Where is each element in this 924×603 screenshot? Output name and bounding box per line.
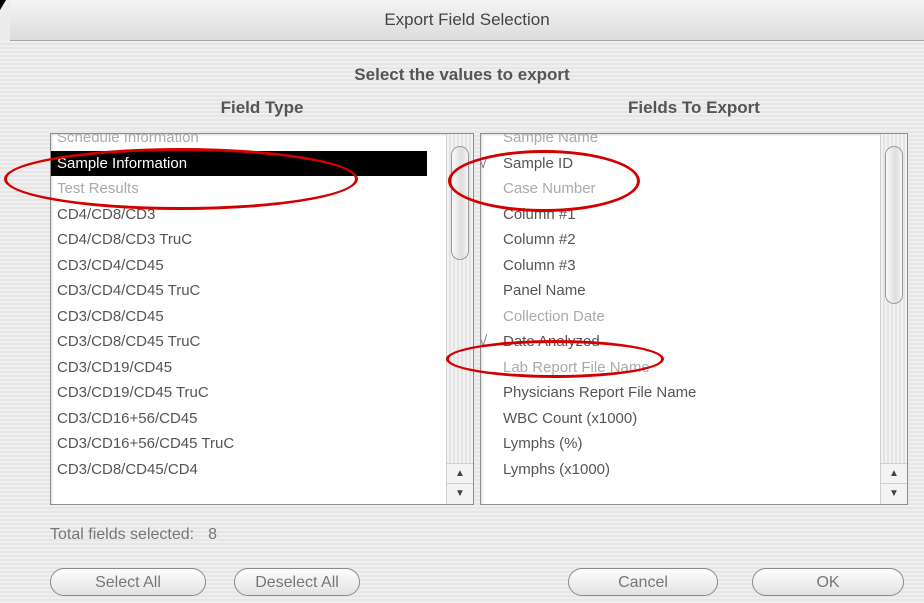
- list-item[interactable]: CD3/CD8/CD45 TruC: [51, 329, 445, 355]
- list-item[interactable]: CD3/CD8/CD45/CD4: [51, 457, 445, 483]
- list-item-label: CD3/CD4/CD45 TruC: [57, 282, 201, 299]
- list-item[interactable]: CD3/CD19/CD45 TruC: [51, 380, 445, 406]
- field-type-heading: Field Type: [220, 98, 304, 117]
- fields-to-export-scrollbar[interactable]: ▲ ▼: [880, 134, 907, 504]
- scroll-up-arrow-icon[interactable]: ▲: [447, 463, 473, 484]
- list-item-label: CD3/CD19/CD45 TruC: [57, 384, 209, 401]
- list-item-label: Lymphs (%): [503, 435, 583, 452]
- list-item-label: CD3/CD16+56/CD45 TruC: [57, 435, 235, 452]
- list-item[interactable]: Lymphs (%): [481, 431, 879, 457]
- list-item[interactable]: Collection Date: [481, 304, 879, 330]
- selection-status: Total fields selected: 8: [50, 526, 217, 544]
- list-item-label: Column #2: [503, 231, 576, 248]
- deselect-all-button[interactable]: Deselect All: [234, 568, 360, 596]
- status-label: Total fields selected:: [50, 526, 195, 543]
- list-item-label: Column #3: [503, 256, 576, 274]
- list-item[interactable]: Sample Name: [481, 133, 879, 151]
- list-item-label: Lymphs (x1000): [503, 460, 610, 478]
- list-item-label: CD3/CD19/CD45: [57, 358, 173, 376]
- scroll-down-arrow-icon[interactable]: ▼: [447, 483, 473, 504]
- instruction-text: Select the values to export: [354, 65, 570, 84]
- list-item-label: Collection Date: [503, 307, 605, 325]
- scroll-down-arrow-icon[interactable]: ▼: [881, 483, 907, 504]
- window-corner: [0, 0, 6, 10]
- list-item[interactable]: Lymphs (x1000): [481, 457, 879, 483]
- title-bar[interactable]: Export Field Selection: [10, 0, 924, 41]
- list-item[interactable]: CD3/CD19/CD45: [51, 355, 445, 381]
- list-item[interactable]: CD4/CD8/CD3 TruC: [51, 227, 445, 253]
- list-item[interactable]: CD3/CD4/CD45: [51, 253, 445, 279]
- list-item-label: CD3/CD4/CD45: [57, 256, 164, 274]
- ok-button[interactable]: OK: [752, 568, 904, 596]
- list-item-label: Schedule Information: [57, 133, 199, 146]
- scroll-up-arrow-icon[interactable]: ▲: [881, 463, 907, 484]
- fields-to-export-heading: Fields To Export: [628, 98, 760, 117]
- list-item[interactable]: Column #2: [481, 227, 879, 253]
- list-item[interactable]: Physicians Report File Name: [481, 380, 879, 406]
- list-item-label: CD3/CD8/CD45/CD4: [57, 460, 198, 478]
- list-item[interactable]: CD3/CD16+56/CD45: [51, 406, 445, 432]
- list-item-label: CD4/CD8/CD3 TruC: [57, 231, 193, 248]
- list-item-label: Sample Name: [503, 133, 599, 146]
- list-item-label: CD3/CD16+56/CD45: [57, 409, 198, 427]
- list-item-label: CD3/CD8/CD45 TruC: [57, 333, 201, 350]
- annotation-ellipse-sample-id: [448, 150, 640, 212]
- selected-count: 8: [208, 526, 217, 543]
- list-item-label: Physicians Report File Name: [503, 384, 697, 401]
- fields-to-export-scroll-thumb[interactable]: [885, 146, 903, 304]
- list-item[interactable]: Column #3: [481, 253, 879, 279]
- list-item[interactable]: CD3/CD4/CD45 TruC: [51, 278, 445, 304]
- select-all-button[interactable]: Select All: [50, 568, 206, 596]
- list-item[interactable]: CD3/CD8/CD45: [51, 304, 445, 330]
- cancel-button[interactable]: Cancel: [568, 568, 718, 596]
- list-item-label: CD3/CD8/CD45: [57, 307, 164, 325]
- list-item[interactable]: Panel Name: [481, 278, 879, 304]
- annotation-ellipse-date-analyzed: [446, 340, 664, 378]
- list-item[interactable]: WBC Count (x1000): [481, 406, 879, 432]
- annotation-ellipse-sample-information: [4, 148, 358, 210]
- list-item[interactable]: CD3/CD16+56/CD45 TruC: [51, 431, 445, 457]
- list-item-label: Panel Name: [503, 282, 586, 299]
- list-item-label: WBC Count (x1000): [503, 409, 638, 427]
- window-title: Export Field Selection: [384, 10, 550, 29]
- list-item[interactable]: Schedule Information: [51, 133, 445, 151]
